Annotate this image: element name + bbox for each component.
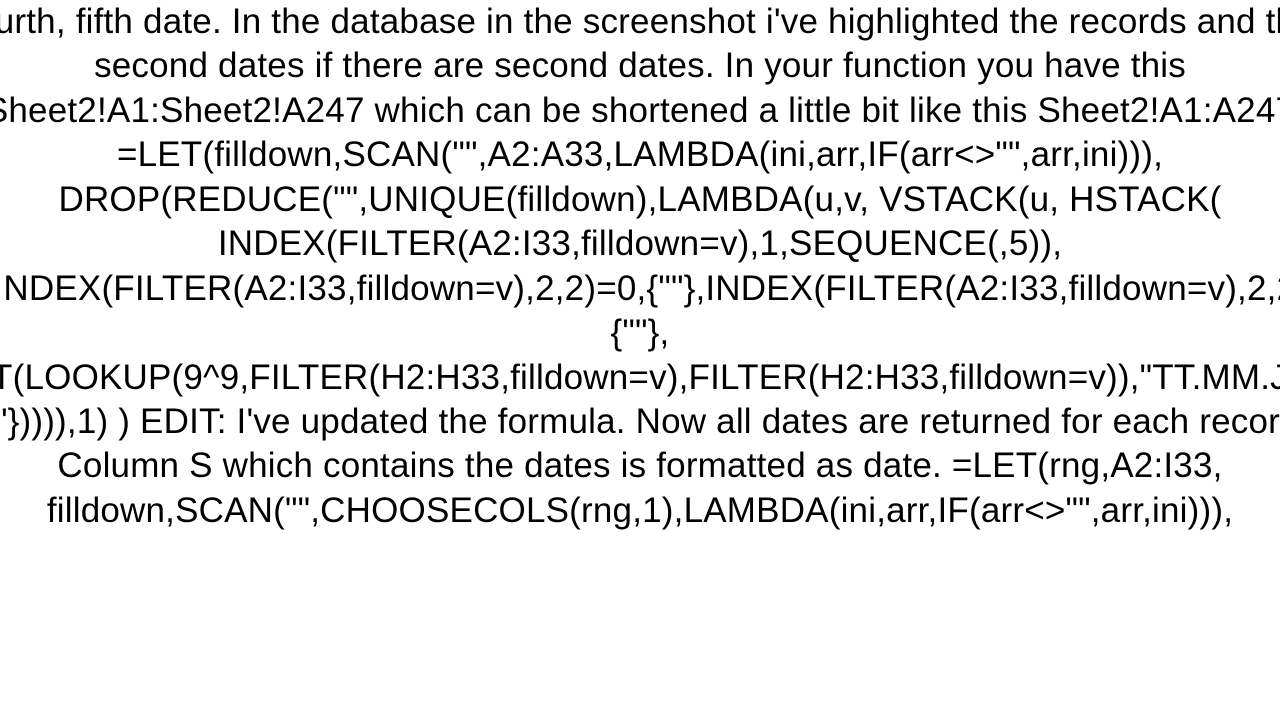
document-body: fourth, fifth date. In the database in t… — [0, 0, 1280, 720]
body-text: fourth, fifth date. In the database in t… — [0, 0, 1280, 533]
